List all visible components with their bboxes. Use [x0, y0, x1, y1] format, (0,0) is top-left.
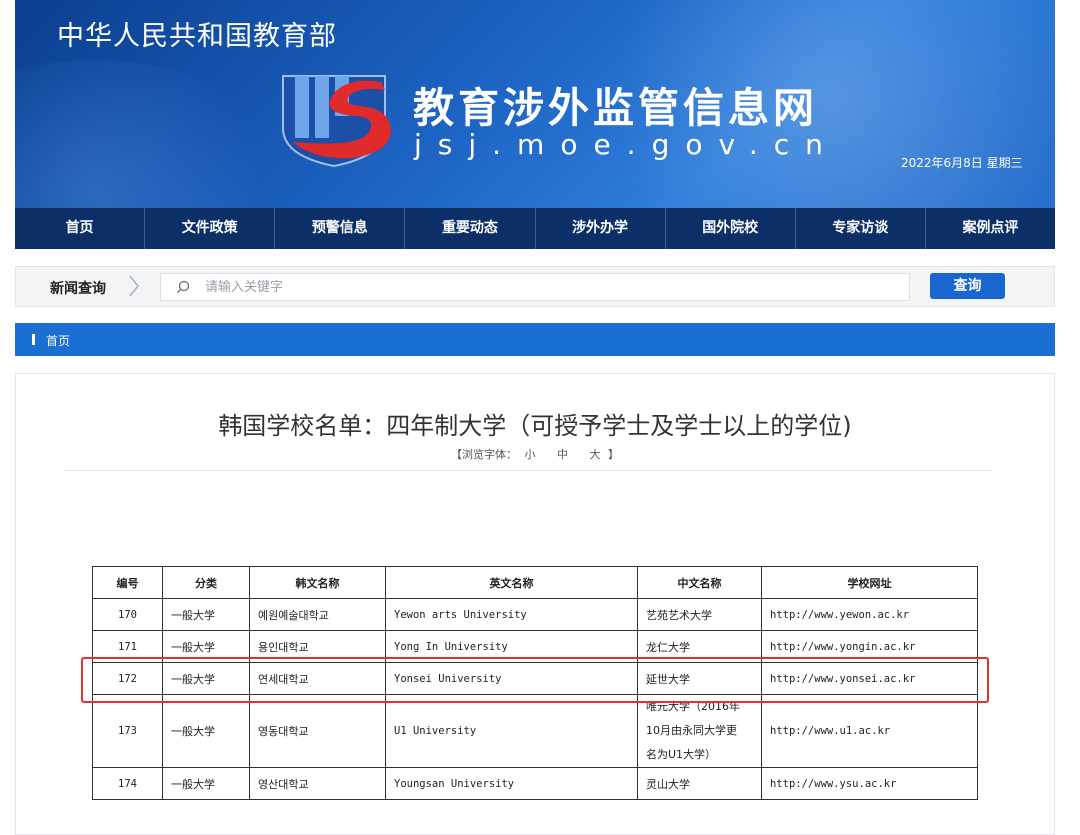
cell-chinese-name: 龙仁大学: [637, 630, 762, 663]
font-size-prefix: 【浏览字体：: [451, 448, 517, 461]
table-row-highlighted: 172 一般大学 연세대학교 Yonsei University 延世大学 ht…: [92, 662, 978, 695]
cell-chinese-name: 艺苑艺术大学: [637, 598, 762, 631]
cell-chinese-name-line: 10月由永同大学更: [646, 724, 737, 737]
nav-item-policy[interactable]: 文件政策: [145, 208, 276, 249]
breadcrumb-marker: [32, 334, 35, 345]
search-button[interactable]: 查询: [930, 273, 1005, 299]
cell-english-name: Yewon arts University: [385, 598, 638, 631]
cell-english-name: Youngsan University: [385, 767, 638, 800]
cell-english-name: Yong In University: [385, 630, 638, 663]
nav-item-news[interactable]: 重要动态: [405, 208, 536, 249]
nav-item-foreign-institutions[interactable]: 国外院校: [666, 208, 796, 249]
cell-korean-name: 영동대학교: [249, 694, 386, 768]
table-row: 171 一般大学 용인대학교 Yong In University 龙仁大学 h…: [92, 630, 978, 663]
article-title: 韩国学校名单：四年制大学（可授予学士及学士以上的学位): [218, 412, 852, 440]
cell-number: 170: [92, 598, 163, 631]
cell-korean-name: 용인대학교: [249, 630, 386, 663]
cell-number: 173: [92, 694, 163, 768]
nav-item-case-review[interactable]: 案例点评: [926, 208, 1055, 249]
cell-korean-name: 예원예술대학교: [249, 598, 386, 631]
title-divider: [65, 470, 991, 471]
cell-chinese-name-line: 唯元大学（2016年: [646, 700, 740, 713]
site-url[interactable]: jsj.moe.gov.cn: [414, 128, 839, 161]
font-size-small-link[interactable]: 小: [525, 448, 536, 461]
breadcrumb-home-link[interactable]: 首页: [46, 332, 70, 349]
breadcrumb: 首页: [15, 323, 1055, 356]
font-size-large-link[interactable]: 大: [590, 448, 601, 461]
cell-number: 172: [92, 662, 163, 695]
search-input[interactable]: [205, 277, 895, 297]
cell-english-name: U1 University: [385, 694, 638, 768]
cell-website[interactable]: http://www.yonsei.ac.kr: [761, 662, 978, 695]
cell-korean-name: 영산대학교: [249, 767, 386, 800]
chevron-right-icon: [129, 275, 139, 297]
search-label: 新闻查询: [50, 281, 106, 297]
column-header-chinese-name: 中文名称: [637, 566, 762, 599]
nav-item-expert-interview[interactable]: 专家访谈: [796, 208, 926, 249]
article-panel: 韩国学校名单：四年制大学（可授予学士及学士以上的学位) 【浏览字体： 小 中 大…: [15, 373, 1055, 835]
cell-chinese-name: 唯元大学（2016年 10月由永同大学更 名为U1大学）: [637, 694, 762, 768]
cell-category: 一般大学: [162, 630, 250, 663]
table-row: 174 一般大学 영산대학교 Youngsan University 灵山大学 …: [92, 767, 978, 800]
search-icon: [177, 280, 190, 293]
main-nav: 首页 文件政策 预警信息 重要动态 涉外办学 国外院校 专家访谈 案例点评: [15, 208, 1055, 249]
cell-number: 174: [92, 767, 163, 800]
font-size-medium-link[interactable]: 中: [557, 448, 568, 461]
cell-category: 一般大学: [162, 767, 250, 800]
cell-category: 一般大学: [162, 694, 250, 768]
nav-item-home[interactable]: 首页: [15, 208, 146, 249]
column-header-korean-name: 韩文名称: [249, 566, 386, 599]
cell-number: 171: [92, 630, 163, 663]
current-date: 2022年6月8日 星期三: [901, 156, 1023, 170]
news-search-bar: 新闻查询 查询: [15, 266, 1055, 307]
table-row: 170 一般大学 예원예술대학교 Yewon arts University 艺…: [92, 598, 978, 631]
cell-chinese-name-line: 名为U1大学）: [646, 748, 717, 761]
cell-website[interactable]: http://www.yewon.ac.kr: [761, 598, 978, 631]
nav-item-warning[interactable]: 预警信息: [275, 208, 406, 249]
cell-category: 一般大学: [162, 598, 250, 631]
cell-website[interactable]: http://www.u1.ac.kr: [761, 694, 978, 768]
column-header-number: 编号: [92, 566, 163, 599]
cell-website[interactable]: http://www.ysu.ac.kr: [761, 767, 978, 800]
header-banner: 中华人民共和国教育部 教育涉外监管信息网 jsj.moe.gov.cn 2022…: [15, 0, 1055, 208]
column-header-english-name: 英文名称: [385, 566, 638, 599]
cell-chinese-name: 延世大学: [637, 662, 762, 695]
search-field: [160, 273, 910, 301]
font-size-switcher: 【浏览字体： 小 中 大 】: [16, 446, 1054, 462]
university-table: 编号 分类 韩文名称 英文名称 中文名称 学校网址 170 一般大学 예원예술대…: [92, 566, 978, 800]
font-size-suffix: 】: [608, 448, 619, 461]
site-title[interactable]: 教育涉外监管信息网: [413, 74, 818, 134]
cell-english-name: Yonsei University: [385, 662, 638, 695]
site-logo-icon[interactable]: [273, 68, 395, 168]
cell-chinese-name: 灵山大学: [637, 767, 762, 800]
column-header-category: 分类: [162, 566, 250, 599]
cell-category: 一般大学: [162, 662, 250, 695]
nav-item-foreign-schooling[interactable]: 涉外办学: [536, 208, 666, 249]
cell-website[interactable]: http://www.yongin.ac.kr: [761, 630, 978, 663]
table-header-row: 编号 分类 韩文名称 英文名称 中文名称 学校网址: [92, 566, 978, 599]
banner-glow-secondary: [15, 60, 295, 208]
ministry-name[interactable]: 中华人民共和国教育部: [57, 14, 337, 53]
cell-korean-name: 연세대학교: [249, 662, 386, 695]
table-row: 173 一般大学 영동대학교 U1 University 唯元大学（2016年 …: [92, 694, 978, 768]
column-header-website: 学校网址: [761, 566, 978, 599]
